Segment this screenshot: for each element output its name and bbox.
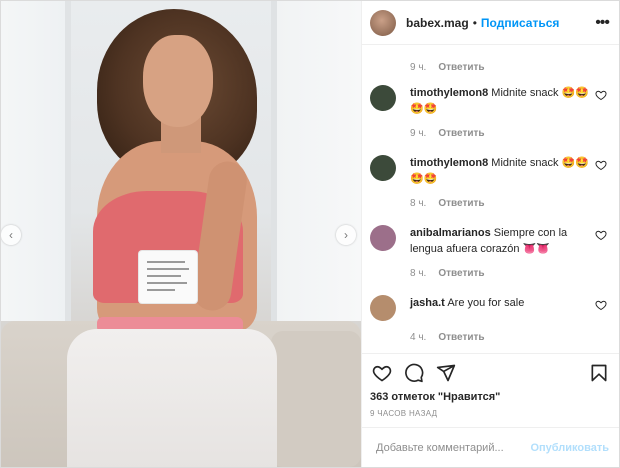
heart-icon [595, 90, 607, 101]
window-left [1, 1, 71, 321]
comment-item: timothylemon8 Midnite snack 🤩🤩🤩🤩 [370, 85, 609, 117]
save-button[interactable] [587, 361, 611, 385]
author-username[interactable]: babex.mag [406, 16, 469, 30]
reply-button[interactable]: Ответить [438, 198, 484, 209]
bookmark-icon [591, 364, 607, 381]
separator-dot: • [472, 15, 477, 30]
comment-time: 8 ч. [410, 197, 427, 209]
comment-meta: 4 ч. Ответить [370, 327, 609, 347]
next-photo-button[interactable]: › [336, 225, 356, 245]
more-options-icon[interactable]: ••• [595, 14, 610, 32]
comment-meta: 8 ч. Ответить [370, 263, 609, 283]
post-side-panel: babex.mag • Подписаться ••• 9 ч. Ответит… [361, 1, 619, 467]
post-actions [362, 353, 619, 391]
white-pants [67, 329, 277, 467]
comment-item: jasha.t Are you for sale [370, 295, 609, 321]
share-button[interactable] [434, 361, 458, 385]
avatar[interactable] [370, 295, 396, 321]
comment-icon [405, 363, 424, 382]
comment-username[interactable]: anibalmarianos [410, 227, 491, 239]
comment-button[interactable] [402, 361, 426, 385]
comment-time: 9 ч. [410, 61, 427, 73]
reply-button[interactable]: Ответить [438, 268, 484, 279]
sofa-cushion [271, 331, 361, 467]
face [143, 35, 213, 127]
comment-time: 9 ч. [410, 127, 427, 139]
chevron-left-icon: ‹ [9, 228, 13, 242]
post-header: babex.mag • Подписаться ••• [362, 1, 619, 45]
avatar[interactable] [370, 155, 396, 181]
comment-item: anibalmarianos Siempre con la lengua afu… [370, 225, 609, 257]
window-right [271, 1, 361, 321]
add-comment-bar: Опубликовать [362, 427, 619, 467]
comment-time: 8 ч. [410, 267, 427, 279]
comment-meta: 9 ч. Ответить [370, 57, 609, 77]
reply-button[interactable]: Ответить [438, 62, 484, 73]
comment-item: timothylemon8 Midnite snack 🤩🤩🤩🤩 [370, 155, 609, 187]
add-comment-input[interactable] [376, 441, 531, 454]
heart-icon [595, 230, 607, 241]
share-icon [436, 364, 456, 381]
prev-photo-button[interactable]: ‹ [1, 225, 21, 245]
comments-list[interactable]: 9 ч. Ответить timothylemon8 Midnite snac… [362, 45, 619, 353]
chevron-right-icon: › [344, 228, 348, 242]
heart-icon [372, 365, 392, 381]
like-comment-button[interactable] [593, 299, 609, 311]
comment-meta: 8 ч. Ответить [370, 193, 609, 213]
post-photo[interactable]: ‹ › [1, 1, 361, 467]
avatar[interactable] [370, 85, 396, 111]
comment-time: 4 ч. [410, 331, 427, 343]
reply-button[interactable]: Ответить [438, 332, 484, 343]
comment-meta: 9 ч. Ответить [370, 123, 609, 143]
publish-button[interactable]: Опубликовать [530, 442, 609, 454]
like-button[interactable] [370, 361, 394, 385]
reply-button[interactable]: Ответить [438, 128, 484, 139]
comment-username[interactable]: timothylemon8 [410, 87, 488, 99]
comment-username[interactable]: timothylemon8 [410, 157, 488, 169]
heart-icon [595, 300, 607, 311]
comment-text: Are you for sale [447, 297, 525, 309]
comment-username[interactable]: jasha.t [410, 297, 445, 309]
likes-count[interactable]: 363 отметок "Нравится" [362, 391, 619, 405]
mug [139, 251, 197, 303]
like-comment-button[interactable] [593, 229, 609, 241]
follow-button[interactable]: Подписаться [481, 16, 559, 30]
like-comment-button[interactable] [593, 89, 609, 101]
heart-icon [595, 160, 607, 171]
avatar[interactable] [370, 9, 396, 36]
post-modal: ‹ › babex.mag • Подписаться ••• 9 ч. Отв… [0, 0, 620, 468]
avatar[interactable] [370, 225, 396, 251]
posted-time: 9 ЧАСОВ НАЗАД [370, 409, 438, 418]
like-comment-button[interactable] [593, 159, 609, 171]
